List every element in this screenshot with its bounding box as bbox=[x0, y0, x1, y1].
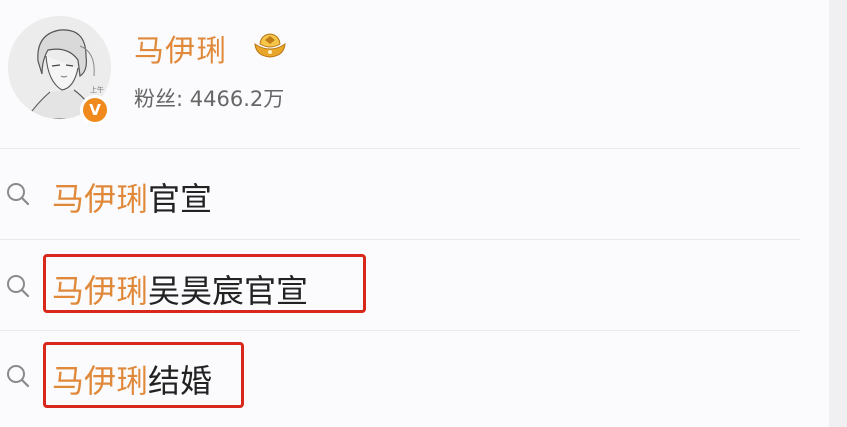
suggestion-highlight: 马伊琍 bbox=[52, 180, 149, 218]
followers-line: 粉丝: 4466.2万 bbox=[134, 83, 284, 113]
user-name[interactable]: 马伊琍 bbox=[134, 26, 227, 70]
right-edge-strip bbox=[829, 0, 847, 427]
suggestion-rest: 官宣 bbox=[148, 180, 213, 218]
weibo-search-screen: 上午 V 马伊琍 粉丝: 4466.2万 马伊琍官宣 马伊琍吴昊宸官宣 马伊琍结… bbox=[0, 0, 847, 427]
highlight-box bbox=[43, 254, 366, 313]
search-icon bbox=[7, 183, 30, 206]
suggestion-item[interactable]: 马伊琍官宣 bbox=[0, 150, 800, 238]
divider bbox=[0, 330, 800, 331]
svg-text:上午: 上午 bbox=[90, 85, 104, 94]
suggestion-item[interactable]: 马伊琍吴昊宸官宣 bbox=[0, 241, 800, 329]
divider bbox=[0, 239, 800, 240]
verified-badge: V bbox=[80, 95, 110, 125]
suggestion-text[interactable]: 马伊琍官宣 bbox=[52, 174, 212, 220]
suggestion-item[interactable]: 马伊琍结婚 bbox=[0, 332, 800, 420]
followers-label: 粉丝: bbox=[134, 87, 184, 111]
search-icon bbox=[7, 365, 30, 388]
highlight-box bbox=[43, 342, 244, 408]
user-card[interactable]: 上午 V 马伊琍 粉丝: 4466.2万 bbox=[0, 0, 800, 148]
followers-count: 4466.2万 bbox=[189, 87, 285, 111]
gold-ingot-icon bbox=[254, 33, 286, 58]
divider bbox=[0, 148, 800, 149]
search-icon bbox=[7, 275, 30, 298]
